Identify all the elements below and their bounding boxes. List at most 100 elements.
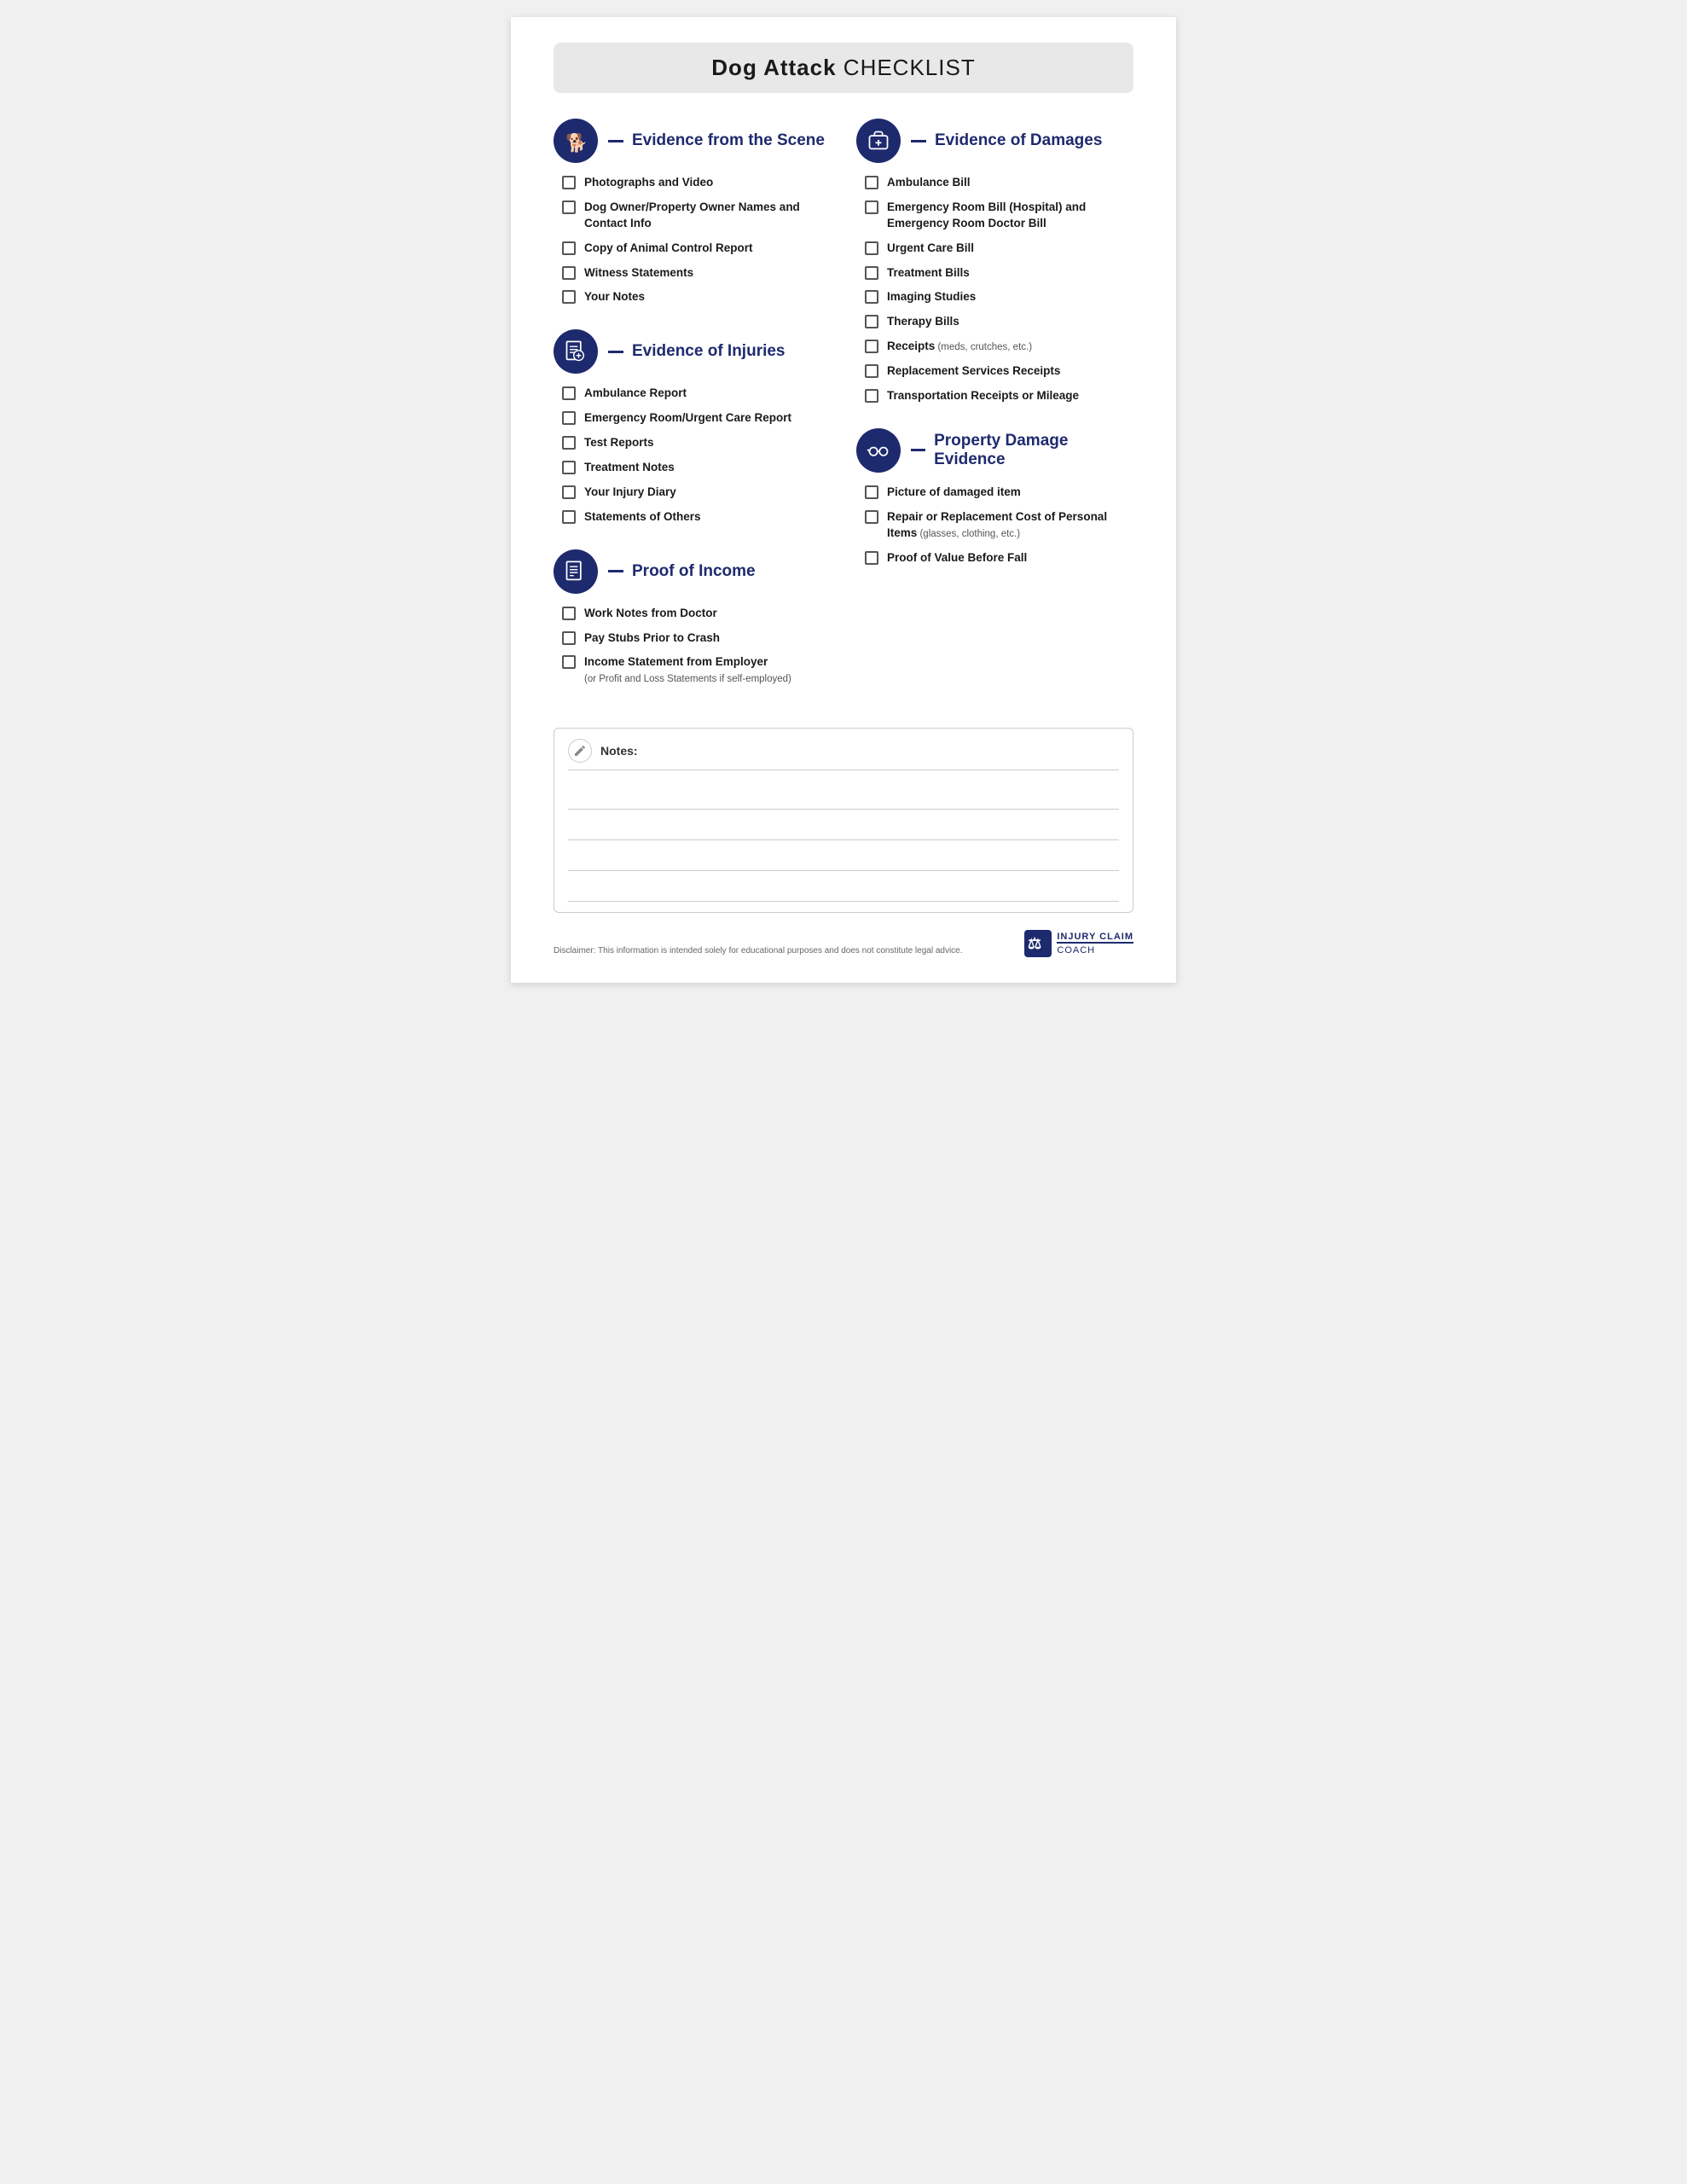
content-columns: 🐕 Evidence from the Scene Photographs an… xyxy=(554,119,1133,711)
item-label: Emergency Room/Urgent Care Report xyxy=(584,410,791,427)
checkbox[interactable] xyxy=(562,176,576,189)
item-label: Statements of Others xyxy=(584,509,701,526)
list-item: Dog Owner/Property Owner Names and Conta… xyxy=(562,200,831,232)
item-label: Urgent Care Bill xyxy=(887,241,974,257)
checkbox[interactable] xyxy=(562,241,576,255)
checkbox[interactable] xyxy=(865,241,878,255)
checkbox[interactable] xyxy=(865,315,878,328)
property-icon-circle xyxy=(856,428,901,473)
logo-line2: COACH xyxy=(1057,942,1133,956)
list-item: Work Notes from Doctor xyxy=(562,606,831,622)
right-column: Evidence of Damages Ambulance Bill Emerg… xyxy=(856,119,1133,711)
item-label: Witness Statements xyxy=(584,265,693,282)
list-item: Test Reports xyxy=(562,435,831,451)
title-bar: Dog Attack CHECKLIST xyxy=(554,43,1133,93)
notes-line-4 xyxy=(568,871,1119,902)
item-label: Dog Owner/Property Owner Names and Conta… xyxy=(584,200,831,232)
section-damages-header: Evidence of Damages xyxy=(856,119,1133,163)
svg-text:⚖: ⚖ xyxy=(1028,935,1041,952)
logo-line1: INJURY CLAIM xyxy=(1057,932,1133,942)
checkbox[interactable] xyxy=(865,290,878,304)
section-property-header: Property Damage Evidence xyxy=(856,428,1133,473)
item-label: Ambulance Bill xyxy=(887,175,971,191)
list-item: Statements of Others xyxy=(562,509,831,526)
injuries-checklist: Ambulance Report Emergency Room/Urgent C… xyxy=(554,386,831,525)
left-column: 🐕 Evidence from the Scene Photographs an… xyxy=(554,119,831,711)
section-damages: Evidence of Damages Ambulance Bill Emerg… xyxy=(856,119,1133,404)
notes-section: Notes: xyxy=(554,728,1133,913)
list-item: Emergency Room Bill (Hospital) and Emerg… xyxy=(865,200,1133,232)
checkbox[interactable] xyxy=(865,364,878,378)
list-item: Your Injury Diary xyxy=(562,485,831,501)
checkbox[interactable] xyxy=(562,200,576,214)
section-property-title: Property Damage Evidence xyxy=(934,432,1133,469)
item-label: Transportation Receipts or Mileage xyxy=(887,388,1079,404)
disclaimer-text: Disclaimer: This information is intended… xyxy=(554,945,963,957)
checkbox[interactable] xyxy=(865,266,878,280)
list-item: Emergency Room/Urgent Care Report xyxy=(562,410,831,427)
checkbox[interactable] xyxy=(865,551,878,565)
item-label: Therapy Bills xyxy=(887,314,959,330)
list-item: Proof of Value Before Fall xyxy=(865,550,1133,566)
damages-icon-circle xyxy=(856,119,901,163)
checkbox[interactable] xyxy=(562,485,576,499)
section-income: Proof of Income Work Notes from Doctor P… xyxy=(554,549,831,688)
item-label: Emergency Room Bill (Hospital) and Emerg… xyxy=(887,200,1133,232)
checkbox[interactable] xyxy=(562,266,576,280)
checkbox[interactable] xyxy=(865,389,878,403)
checkbox[interactable] xyxy=(562,631,576,645)
notes-line-3 xyxy=(568,840,1119,871)
checkbox[interactable] xyxy=(562,386,576,400)
list-item: Income Statement from Employer (or Profi… xyxy=(562,654,831,687)
footer: Disclaimer: This information is intended… xyxy=(554,930,1133,957)
checkbox[interactable] xyxy=(562,411,576,425)
logo-icon: ⚖ xyxy=(1024,930,1052,957)
notes-header: Notes: xyxy=(568,739,1119,770)
list-item: Replacement Services Receipts xyxy=(865,363,1133,380)
item-label: Income Statement from Employer (or Profi… xyxy=(584,654,791,687)
page-title: Dog Attack CHECKLIST xyxy=(571,55,1116,81)
item-label: Picture of damaged item xyxy=(887,485,1021,501)
list-item: Ambulance Bill xyxy=(865,175,1133,191)
item-label: Your Notes xyxy=(584,289,645,305)
checkbox[interactable] xyxy=(865,510,878,524)
injuries-icon-circle xyxy=(554,329,598,374)
checkbox[interactable] xyxy=(562,510,576,524)
page: Dog Attack CHECKLIST 🐕 Evidence from t xyxy=(511,17,1176,983)
list-item: Witness Statements xyxy=(562,265,831,282)
list-item: Pay Stubs Prior to Crash xyxy=(562,630,831,647)
notes-icon-wrap xyxy=(568,739,592,763)
list-item: Imaging Studies xyxy=(865,289,1133,305)
property-icon xyxy=(867,439,890,462)
list-item: Transportation Receipts or Mileage xyxy=(865,388,1133,404)
list-item: Treatment Bills xyxy=(865,265,1133,282)
checkbox[interactable] xyxy=(562,655,576,669)
damages-checklist: Ambulance Bill Emergency Room Bill (Hosp… xyxy=(856,175,1133,404)
checkbox[interactable] xyxy=(562,290,576,304)
checkbox[interactable] xyxy=(562,461,576,474)
logo-top: ⚖ INJURY CLAIM COACH xyxy=(1024,930,1133,957)
section-injuries-header: Evidence of Injuries xyxy=(554,329,831,374)
list-item: Therapy Bills xyxy=(865,314,1133,330)
item-label: Receipts (meds, crutches, etc.) xyxy=(887,339,1032,355)
checkbox[interactable] xyxy=(865,176,878,189)
scene-icon: 🐕 xyxy=(564,129,588,153)
item-label: Pay Stubs Prior to Crash xyxy=(584,630,720,647)
section-scene-header: 🐕 Evidence from the Scene xyxy=(554,119,831,163)
item-label: Repair or Replacement Cost of Personal I… xyxy=(887,509,1133,542)
list-item: Repair or Replacement Cost of Personal I… xyxy=(865,509,1133,542)
income-icon-circle xyxy=(554,549,598,594)
checkbox[interactable] xyxy=(562,436,576,450)
scene-checklist: Photographs and Video Dog Owner/Property… xyxy=(554,175,831,305)
section-dash xyxy=(608,570,623,572)
item-label: Test Reports xyxy=(584,435,654,451)
item-label: Imaging Studies xyxy=(887,289,976,305)
list-item: Copy of Animal Control Report xyxy=(562,241,831,257)
checkbox[interactable] xyxy=(865,485,878,499)
checkbox[interactable] xyxy=(562,607,576,620)
list-item: Your Notes xyxy=(562,289,831,305)
item-label: Proof of Value Before Fall xyxy=(887,550,1027,566)
section-income-header: Proof of Income xyxy=(554,549,831,594)
checkbox[interactable] xyxy=(865,340,878,353)
checkbox[interactable] xyxy=(865,200,878,214)
